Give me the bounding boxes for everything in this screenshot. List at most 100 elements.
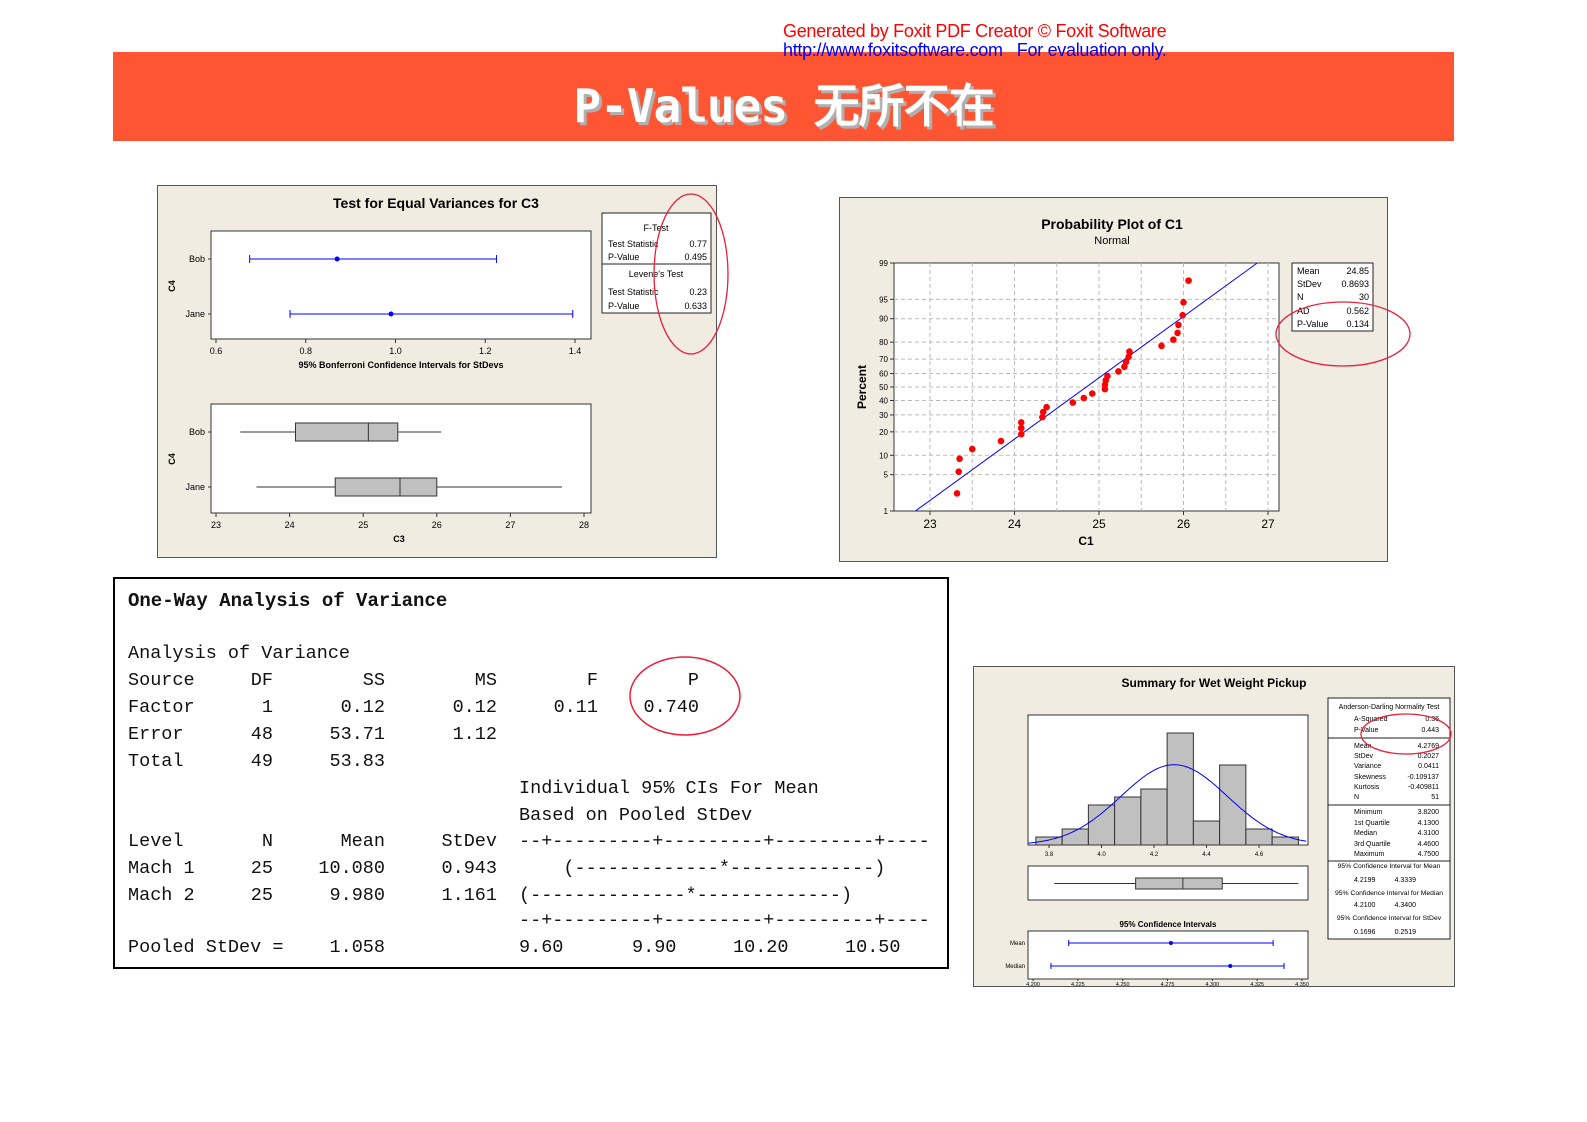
stats-value: 24.85: [1346, 266, 1369, 276]
stats-label: Maximum: [1354, 851, 1385, 858]
stats-value: 0.23: [689, 287, 707, 297]
data-point: [956, 455, 963, 463]
stats-value: 0.8693: [1341, 279, 1369, 289]
group-label: Median: [1005, 964, 1025, 970]
ci-plot-frame: [210, 230, 592, 340]
stats-value: 0.134: [1346, 319, 1369, 329]
x-tick-label: 23: [211, 520, 221, 530]
histogram-bar: [1035, 836, 1063, 846]
chart-title: Summary for Wet Weight Pickup: [1122, 676, 1307, 690]
data-point: [1017, 419, 1025, 426]
x-tick-label: 0.6: [210, 346, 223, 356]
y-axis-label: C4: [167, 453, 177, 465]
y-axis-label: C4: [167, 280, 177, 292]
histogram-bar: [1192, 820, 1221, 846]
x-tick-label: 26: [1177, 517, 1191, 531]
ci-estimate: [334, 256, 340, 262]
x-tick-label: 4.250: [1116, 982, 1130, 988]
data-point: [1179, 311, 1186, 319]
data-point: [1170, 336, 1177, 343]
x-axis-label: C1: [1078, 534, 1094, 548]
data-point: [1158, 342, 1165, 350]
x-tick-label: 24: [285, 520, 295, 530]
y-axis-label: Percent: [855, 365, 869, 409]
box: [334, 477, 438, 497]
stats-box: [1327, 697, 1451, 940]
group-label: Bob: [189, 254, 205, 264]
data-point: [1174, 329, 1181, 337]
stats-label: Minimum: [1354, 809, 1383, 816]
stats-label: Mean: [1354, 743, 1372, 750]
histogram-bar: [1140, 788, 1168, 846]
interval-high: 4.3400: [1395, 902, 1417, 909]
stats-label: Test Statistic: [608, 239, 659, 249]
stats-value: 0.495: [684, 252, 707, 262]
stats-value: 30: [1359, 292, 1369, 302]
ci-frame: [1027, 930, 1309, 980]
x-tick-label: 1.2: [479, 346, 492, 356]
y-tick-label: 10: [879, 451, 888, 460]
interval-low: 4.2199: [1354, 877, 1376, 884]
data-point: [1080, 394, 1088, 402]
y-tick-label: 90: [879, 315, 888, 324]
stats-value: 0.77: [689, 239, 707, 249]
histogram-bar: [1114, 796, 1142, 846]
interval-high: 4.3339: [1395, 877, 1417, 884]
stats-label: StDev: [1297, 279, 1322, 289]
y-tick-label: 70: [879, 355, 888, 364]
x-tick-label: 4.0: [1097, 852, 1106, 858]
x-tick-label: 4.275: [1161, 982, 1175, 988]
data-point: [1185, 277, 1192, 284]
x-tick-label: 27: [505, 520, 515, 530]
stats-label: N: [1297, 292, 1304, 302]
interval-low: 0.1696: [1354, 929, 1376, 936]
stats-label: Median: [1354, 830, 1377, 837]
group-label: Jane: [185, 482, 205, 492]
ci-estimate: [1228, 964, 1233, 968]
watermark-url[interactable]: http://www.foxitsoftware.com: [783, 40, 1003, 60]
chart-subtitle: Normal: [1094, 235, 1129, 247]
stats-label: Test Statistic: [608, 287, 659, 297]
y-tick-label: 5: [884, 471, 889, 480]
stats-label: Skewness: [1354, 774, 1386, 781]
stats-label: 3rd Quartile: [1354, 841, 1391, 848]
boxplot-frame: [210, 403, 592, 514]
stats-value: 4.1300: [1418, 820, 1440, 827]
stats-label: StDev: [1354, 753, 1374, 760]
interval-title: 95% Confidence Interval for Mean: [1338, 863, 1441, 870]
group-label: Bob: [189, 427, 205, 437]
stats-heading: Levene's Test: [629, 269, 684, 279]
x-axis-label: 95% Bonferroni Confidence Intervals for …: [298, 360, 503, 370]
data-point: [1175, 321, 1182, 329]
group-label: Mean: [1010, 941, 1025, 947]
data-point: [968, 445, 976, 453]
equal-variances-chart: Test for Equal Variances for C3 0.6 0.8 1.0…: [157, 185, 729, 558]
stats-value: 3.8200: [1418, 809, 1440, 816]
x-tick-label: 0.8: [299, 346, 312, 356]
ci-estimate: [388, 311, 394, 317]
histogram-bar: [1271, 836, 1299, 846]
stats-value: 4.4600: [1418, 841, 1440, 848]
y-tick-label: 99: [879, 259, 888, 268]
histogram-bar: [1061, 828, 1089, 846]
chart-title: Test for Equal Variances for C3: [333, 195, 539, 211]
data-point: [955, 468, 963, 476]
x-tick-label: 28: [579, 520, 589, 530]
stats-heading: Anderson-Darling Normality Test: [1339, 704, 1440, 711]
data-point: [1104, 372, 1111, 380]
data-point: [1180, 298, 1187, 306]
x-axis-label: C3: [393, 534, 405, 544]
probability-plot-chart: Probability Plot of C1 Normal 1 5 10 20 30 40 50…: [839, 197, 1411, 562]
y-tick-label: 20: [879, 428, 888, 437]
interval-title: 95% Confidence Interval for StDev: [1337, 915, 1442, 922]
x-tick-label: 4.6: [1255, 852, 1264, 858]
data-point: [1126, 348, 1133, 355]
x-tick-label: 25: [1092, 517, 1106, 531]
data-point: [1043, 403, 1050, 411]
anova-highlight-svg: [629, 656, 741, 736]
stats-label: P-Value: [608, 252, 639, 262]
data-point: [997, 437, 1005, 445]
stats-label: P-Value: [1354, 727, 1378, 734]
data-point: [1017, 430, 1025, 438]
summary-svg: Summary for Wet Weight Pickup 3.8 4.0 4.2 4.…: [1005, 676, 1452, 988]
